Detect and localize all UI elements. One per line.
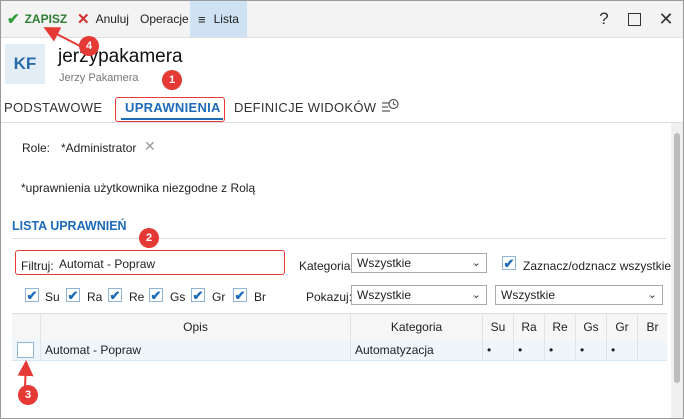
chevron-down-icon: ⌄: [471, 289, 481, 301]
checkmark-icon: ✔: [7, 11, 20, 28]
close-icon: ✕: [658, 8, 674, 29]
tab-bar: PODSTAWOWE UPRAWNIENIA DEFINICJE WIDOKÓW: [1, 94, 683, 123]
row-opis: Automat - Popraw: [40, 340, 350, 360]
annotation-badge-2: 2: [139, 228, 159, 248]
user-header: KF jerzypakamera Jerzy Pakamera: [1, 38, 683, 92]
cancel-icon: ✕: [77, 11, 90, 28]
column-header-kategoria[interactable]: Kategoria: [350, 314, 482, 340]
check-icon: ✔: [67, 287, 79, 303]
flag-gs-checkbox[interactable]: ✔: [149, 288, 163, 302]
annotation-badge-3: 3: [18, 385, 38, 405]
annotation-badge-4: 4: [79, 36, 99, 56]
check-icon: ✔: [26, 287, 38, 303]
chevron-down-icon: ⌄: [471, 257, 481, 269]
select-all-label: Zaznacz/odznacz wszystkie: [523, 259, 672, 273]
category-value: Wszystkie: [357, 256, 411, 270]
row-su: •: [482, 340, 513, 360]
toolbar: ✔ ZAPISZ ✕ Anuluj Operacje ≡ Lista ? ✕: [1, 1, 683, 38]
check-icon: ✔: [234, 287, 246, 303]
flag-gr-checkbox[interactable]: ✔: [191, 288, 205, 302]
flag-br-checkbox[interactable]: ✔: [233, 288, 247, 302]
flag-re-checkbox[interactable]: ✔: [108, 288, 122, 302]
filter-input[interactable]: [55, 254, 289, 274]
column-header-ra[interactable]: Ra: [513, 314, 544, 340]
column-header-gs[interactable]: Gs: [575, 314, 606, 340]
annotation-arrow-3: [17, 360, 34, 388]
row-checkbox[interactable]: [17, 342, 34, 358]
row-gr: •: [606, 340, 637, 360]
column-header-br[interactable]: Br: [637, 314, 667, 340]
save-label: ZAPISZ: [24, 12, 68, 26]
avatar: KF: [5, 44, 45, 84]
tab-permissions[interactable]: UPRAWNIENIA: [125, 100, 221, 115]
history-icon: [382, 98, 399, 112]
category-select[interactable]: Wszystkie ⌄: [351, 253, 487, 273]
grid-header: Opis Kategoria Su Ra Re Gs Gr Br: [12, 313, 667, 341]
tab-view-definitions[interactable]: DEFINICJE WIDOKÓW: [234, 100, 376, 115]
show-label: Pokazuj:: [306, 290, 353, 304]
maximize-icon: [627, 12, 641, 26]
list-icon: ≡: [198, 11, 206, 27]
help-icon: ?: [599, 9, 609, 28]
flag-br-label: Br: [254, 290, 266, 304]
row-ra: •: [513, 340, 544, 360]
close-button[interactable]: ✕: [651, 1, 681, 37]
column-header-gr[interactable]: Gr: [606, 314, 637, 340]
section-title: LISTA UPRAWNIEŃ: [12, 219, 127, 233]
cancel-button[interactable]: ✕ Anuluj: [77, 1, 129, 37]
flag-ra-label: Ra: [87, 290, 103, 304]
tab-basic[interactable]: PODSTAWOWE: [4, 100, 102, 115]
column-header-re[interactable]: Re: [544, 314, 575, 340]
table-row[interactable]: Automat - Popraw Automatyzacja • • • • •: [12, 340, 667, 361]
flag-su-label: Su: [45, 290, 60, 304]
flag-re-label: Re: [129, 290, 145, 304]
save-button[interactable]: ✔ ZAPISZ: [7, 1, 67, 37]
flag-gr-label: Gr: [212, 290, 226, 304]
scrollbar-thumb[interactable]: [674, 133, 680, 383]
row-kategoria: Automatyzacja: [350, 340, 482, 360]
show-value: Wszystkie: [357, 288, 411, 302]
header-select-cell: [12, 314, 40, 340]
check-icon: ✔: [109, 287, 121, 303]
show-select[interactable]: Wszystkie ⌄: [351, 285, 487, 305]
user-edit-window: ✔ ZAPISZ ✕ Anuluj Operacje ≡ Lista ? ✕ K…: [0, 0, 684, 419]
check-icon: ✔: [192, 287, 204, 303]
select-all-checkbox[interactable]: ✔: [502, 256, 516, 270]
row-br: [637, 340, 667, 360]
maximize-button[interactable]: [619, 1, 649, 37]
category-label: Kategoria:: [299, 259, 354, 273]
column-header-su[interactable]: Su: [482, 314, 513, 340]
show-value-secondary: Wszystkie: [501, 288, 555, 302]
annotation-badge-1: 1: [162, 70, 182, 90]
check-icon: ✔: [150, 287, 162, 303]
list-label: Lista: [213, 12, 239, 26]
check-icon: ✔: [503, 255, 515, 271]
role-label: Role:: [22, 141, 51, 155]
active-tab-underline: [121, 118, 223, 120]
row-gs: •: [575, 340, 606, 360]
chevron-down-icon: ⌄: [647, 289, 657, 301]
user-full-name: Jerzy Pakamera: [59, 72, 139, 84]
column-header-opis[interactable]: Opis: [40, 314, 350, 340]
tab-history[interactable]: [381, 98, 399, 118]
filter-label: Filtruj:: [21, 259, 54, 273]
flag-gs-label: Gs: [170, 290, 186, 304]
show-select-secondary[interactable]: Wszystkie ⌄: [495, 285, 663, 305]
flag-su-checkbox[interactable]: ✔: [25, 288, 39, 302]
section-divider: [12, 238, 666, 239]
operations-label: Operacje: [140, 12, 189, 26]
remove-role-icon[interactable]: ✕: [144, 138, 156, 155]
role-value: *Administrator: [61, 141, 137, 155]
flag-ra-checkbox[interactable]: ✔: [66, 288, 80, 302]
row-re: •: [544, 340, 575, 360]
help-button[interactable]: ?: [589, 1, 619, 37]
user-login: jerzypakamera: [58, 46, 183, 67]
mismatch-note: *uprawnienia użytkownika niezgodne z Rol…: [21, 181, 256, 195]
operations-button[interactable]: Operacje: [140, 1, 189, 37]
cancel-label: Anuluj: [95, 12, 129, 26]
list-button[interactable]: ≡ Lista: [190, 1, 247, 37]
